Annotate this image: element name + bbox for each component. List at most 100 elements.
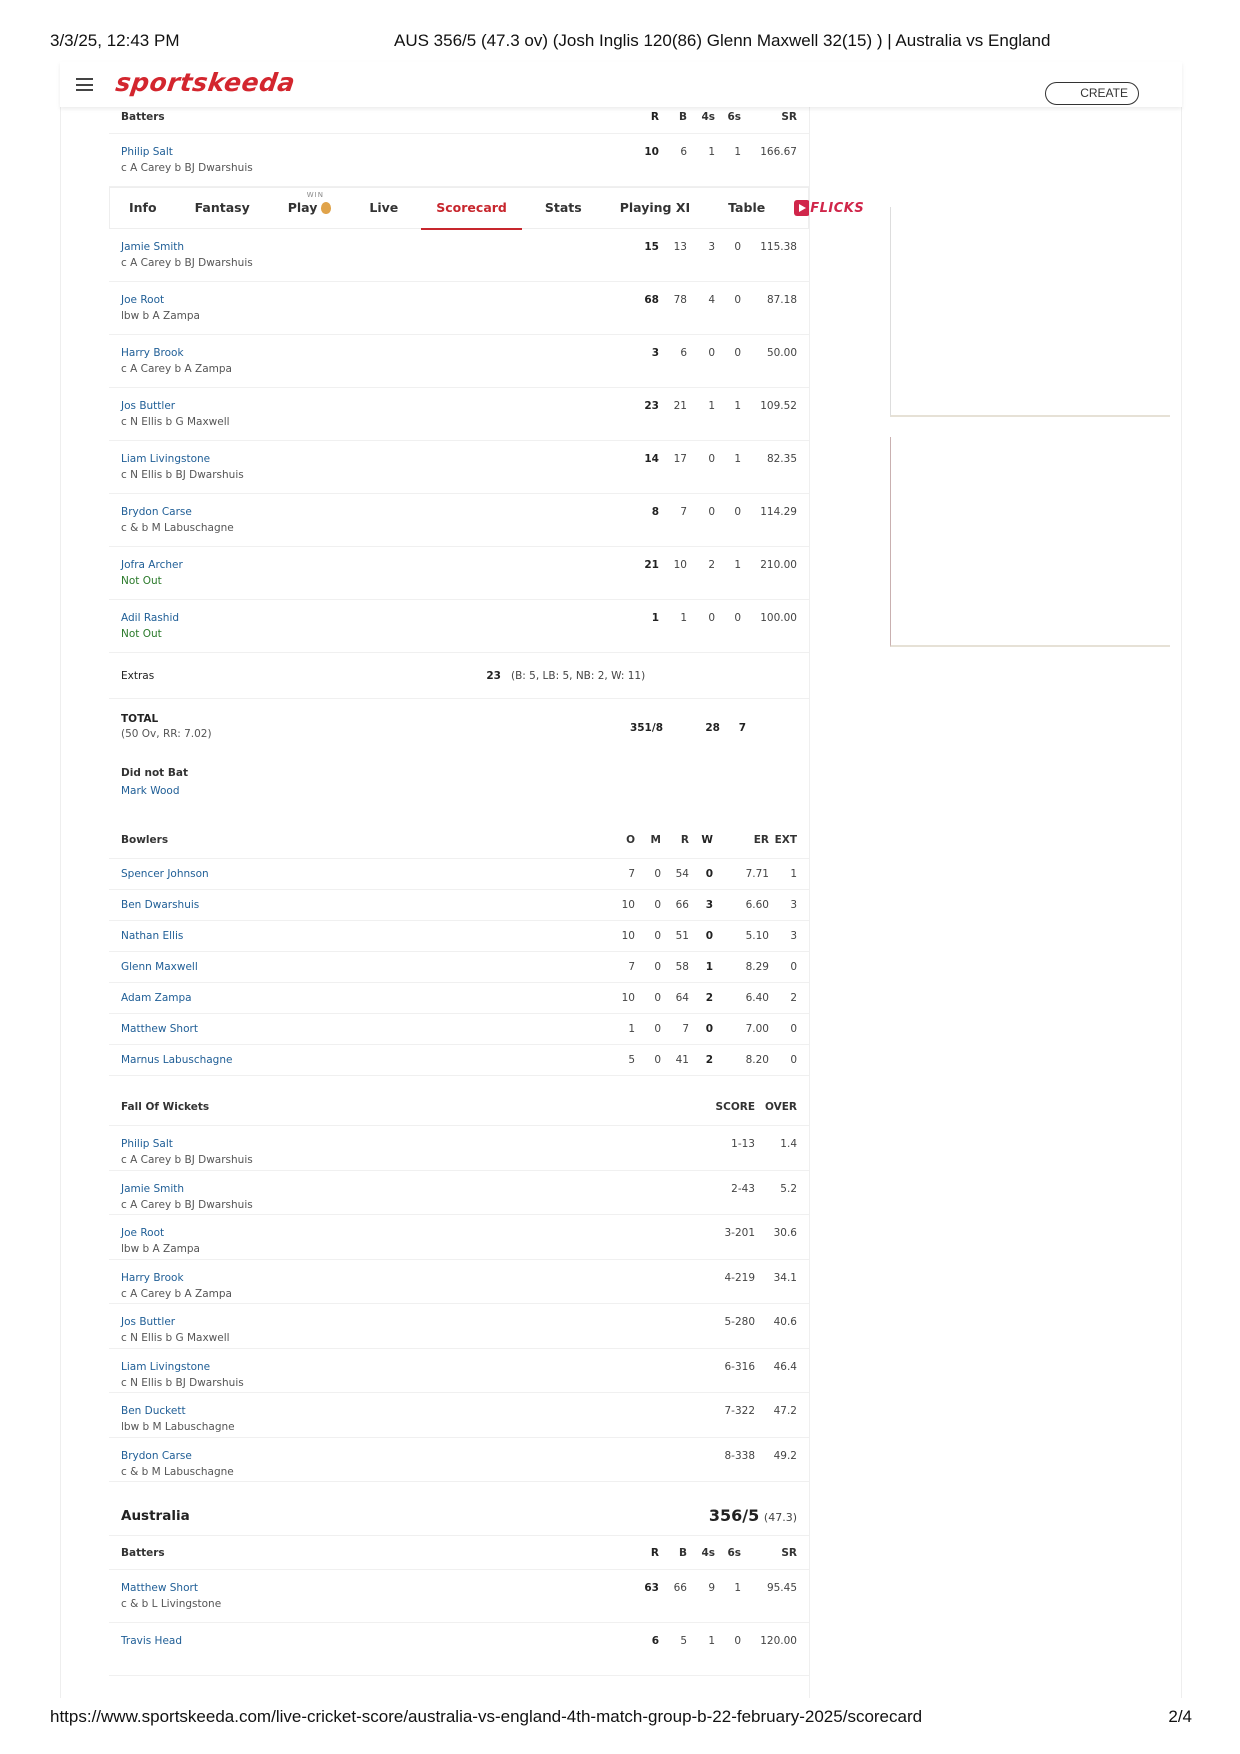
col-sr: SR — [781, 110, 797, 123]
overs: 1 — [628, 1023, 635, 1035]
col-sr: SR — [781, 1546, 797, 1559]
fow-score: 8-338 — [724, 1449, 755, 1462]
col-r: R — [650, 110, 659, 123]
runs-conceded: 64 — [675, 992, 689, 1004]
runs: 21 — [644, 559, 659, 571]
fours: 0 — [708, 453, 715, 465]
batter-name[interactable]: Jos Buttler — [121, 1316, 705, 1328]
runs-conceded: 58 — [675, 961, 689, 973]
fow-row: Brydon Carse c & b M Labuschagne 8-338 4… — [109, 1438, 809, 1482]
dismissal-info: c N Ellis b G Maxwell — [121, 1332, 230, 1344]
balls: 21 — [673, 400, 687, 412]
fow-score: 7-322 — [724, 1405, 755, 1417]
flicks-play-icon — [794, 200, 811, 216]
batter-name[interactable]: Adil Rashid — [121, 612, 635, 624]
batter-name[interactable]: Jamie Smith — [121, 1183, 705, 1195]
bowler-row: Glenn Maxwell 7 0 58 1 8.29 0 — [109, 952, 809, 983]
hamburger-menu-icon[interactable] — [76, 78, 93, 91]
fow-over: 49.2 — [773, 1449, 797, 1462]
batter-name[interactable]: Jos Buttler — [121, 400, 635, 412]
sixes: 1 — [734, 1582, 741, 1594]
batter-name[interactable]: Matthew Short — [121, 1582, 635, 1594]
fours: 2 — [708, 559, 715, 571]
wickets: 3 — [705, 899, 713, 911]
balls: 13 — [673, 241, 687, 253]
fow-score: 6-316 — [724, 1360, 755, 1373]
fow-row: Joe Root lbw b A Zampa 3-201 30.6 — [109, 1215, 809, 1260]
batter-name[interactable]: Jamie Smith — [121, 241, 635, 253]
batter-name[interactable]: Harry Brook — [121, 347, 635, 359]
strike-rate: 166.67 — [760, 146, 797, 158]
overs: 5 — [628, 1054, 635, 1066]
team-score: 356/5 — [708, 1506, 760, 1525]
overs: 10 — [621, 899, 635, 911]
balls: 66 — [673, 1582, 687, 1594]
fow-score: 5-280 — [724, 1316, 755, 1328]
bowler-name[interactable]: Marnus Labuschagne — [121, 1054, 617, 1066]
economy-rate: 7.00 — [745, 1023, 769, 1035]
tab-stats[interactable]: Stats — [526, 187, 601, 229]
balls: 7 — [680, 506, 687, 518]
dismissal-info: c & b L Livingstone — [121, 1598, 222, 1610]
team-name: Australia — [121, 1507, 190, 1524]
strike-rate: 114.29 — [760, 506, 797, 518]
dismissal-info: lbw b A Zampa — [121, 1243, 200, 1255]
bowler-row: Matthew Short 1 0 7 0 7.00 0 — [109, 1014, 809, 1045]
fow-row: Jos Buttler c N Ellis b G Maxwell 5-280 … — [109, 1304, 809, 1349]
dismissal-info: c A Carey b BJ Dwarshuis — [121, 1154, 253, 1166]
sixes: 0 — [734, 347, 741, 359]
tab-info[interactable]: Info — [110, 187, 176, 229]
batter-name[interactable]: Liam Livingstone — [121, 453, 635, 465]
batter-name[interactable]: Liam Livingstone — [121, 1361, 705, 1373]
money-bag-icon — [321, 201, 332, 214]
fow-over: 1.4 — [780, 1138, 797, 1150]
col-m: M — [650, 833, 661, 846]
batter-name[interactable]: Jofra Archer — [121, 559, 635, 571]
sixes: 1 — [734, 453, 741, 465]
batter-name[interactable]: Philip Salt — [121, 1138, 705, 1150]
tab-playing-xi[interactable]: Playing XI — [601, 187, 709, 229]
strike-rate: 95.45 — [766, 1582, 797, 1594]
tab-scorecard[interactable]: Scorecard — [417, 187, 526, 230]
australia-innings-header[interactable]: Australia 356/5 (47.3) — [109, 1496, 809, 1536]
total-detail: (50 Ov, RR: 7.02) — [121, 728, 212, 740]
batter-name[interactable]: Philip Salt — [121, 146, 635, 158]
batter-name[interactable]: Joe Root — [121, 1227, 705, 1239]
runs: 6 — [651, 1635, 659, 1647]
batter-row: Brydon Carse c & b M Labuschagne 8 7 0 0… — [109, 494, 809, 547]
runs-conceded: 66 — [675, 899, 689, 911]
bowler-name[interactable]: Nathan Ellis — [121, 930, 617, 942]
col-4s: 4s — [701, 110, 715, 123]
batter-name[interactable]: Harry Brook — [121, 1272, 705, 1284]
batter-name[interactable]: Brydon Carse — [121, 506, 635, 518]
balls: 5 — [680, 1635, 687, 1647]
bowler-name[interactable]: Ben Dwarshuis — [121, 899, 617, 911]
batter-name[interactable]: Travis Head — [121, 1635, 635, 1647]
total-label: TOTAL — [121, 713, 159, 725]
fours: 4 — [708, 294, 715, 306]
fow-over: 40.6 — [773, 1316, 797, 1328]
sportskeeda-logo[interactable]: sportskeeda — [114, 68, 297, 97]
runs: 68 — [644, 294, 659, 306]
batter-name[interactable]: Joe Root — [121, 294, 635, 306]
dismissal-info: lbw b A Zampa — [121, 310, 200, 322]
bowler-name[interactable]: Spencer Johnson — [121, 868, 617, 880]
batter-name[interactable]: Ben Duckett — [121, 1405, 705, 1417]
bowler-name[interactable]: Adam Zampa — [121, 992, 617, 1004]
tab-play[interactable]: WIN Play — [269, 187, 351, 229]
scorecard-column: Batters R B 4s 6s SR Philip Salt c A Car… — [109, 100, 864, 1676]
bowler-name[interactable]: Matthew Short — [121, 1023, 617, 1035]
tab-table[interactable]: Table — [709, 187, 784, 229]
maidens: 0 — [654, 992, 661, 1004]
tab-fantasy[interactable]: Fantasy — [176, 187, 269, 229]
bowler-name[interactable]: Glenn Maxwell — [121, 961, 617, 973]
batter-name[interactable]: Brydon Carse — [121, 1450, 705, 1462]
tab-live[interactable]: Live — [350, 187, 417, 229]
team-overs: (47.3) — [763, 1511, 797, 1524]
runs-conceded: 7 — [682, 1023, 689, 1035]
aus-batting-header: Batters R B 4s 6s SR — [109, 1536, 809, 1570]
sixes: 1 — [734, 559, 741, 571]
did-not-bat-player[interactable]: Mark Wood — [121, 785, 797, 797]
create-button[interactable]: CREATE — [1045, 82, 1139, 105]
col-4s: 4s — [701, 1546, 715, 1559]
